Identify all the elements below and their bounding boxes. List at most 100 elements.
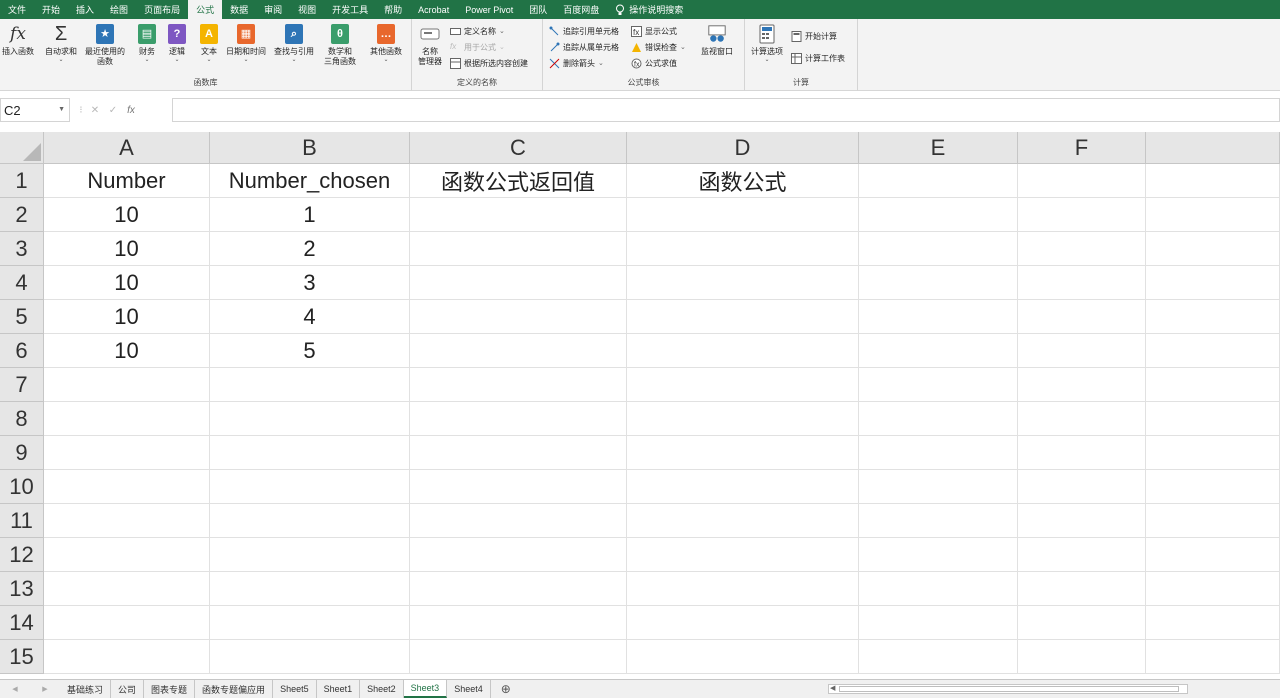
row-header[interactable]: 14 xyxy=(0,606,44,640)
row-header[interactable]: 7 xyxy=(0,368,44,402)
cancel-icon[interactable]: ✕ xyxy=(86,105,104,116)
cell-A5[interactable]: 10 xyxy=(44,300,210,334)
cell-B10[interactable] xyxy=(210,470,410,504)
cell-A1[interactable]: Number xyxy=(44,164,210,198)
sheet-tab-6[interactable]: Sheet2 xyxy=(360,680,404,698)
cell-A8[interactable] xyxy=(44,402,210,436)
cell-D12[interactable] xyxy=(627,538,859,572)
cell-C11[interactable] xyxy=(410,504,627,538)
cell-C1[interactable]: 函数公式返回值 xyxy=(410,164,627,198)
cell-F6[interactable] xyxy=(1018,334,1146,368)
cell-E12[interactable] xyxy=(859,538,1018,572)
row-header[interactable]: 5 xyxy=(0,300,44,334)
cell-D10[interactable] xyxy=(627,470,859,504)
cell-C4[interactable] xyxy=(410,266,627,300)
sheet-tab-4[interactable]: Sheet5 xyxy=(273,680,317,698)
trace-precedents-button[interactable]: 追踪引用单元格 xyxy=(549,24,619,38)
cell-D8[interactable] xyxy=(627,402,859,436)
sheet-tab-2[interactable]: 图表专题 xyxy=(144,680,196,698)
cell-E3[interactable] xyxy=(859,232,1018,266)
row-header[interactable]: 8 xyxy=(0,402,44,436)
cell-B2[interactable]: 1 xyxy=(210,198,410,232)
menu-tab-13[interactable]: 团队 xyxy=(521,0,555,19)
cell-F7[interactable] xyxy=(1018,368,1146,402)
cell-B4[interactable]: 3 xyxy=(210,266,410,300)
cell-overflow[interactable] xyxy=(1146,368,1280,402)
cell-D2[interactable] xyxy=(627,198,859,232)
cell-E14[interactable] xyxy=(859,606,1018,640)
define-name-button[interactable]: 定义名称 ⌄ xyxy=(450,24,505,38)
cell-D15[interactable] xyxy=(627,640,859,674)
row-header[interactable]: 11 xyxy=(0,504,44,538)
remove-arrows-button[interactable]: 删除箭头 ⌄ xyxy=(549,56,604,70)
cell-A15[interactable] xyxy=(44,640,210,674)
insert-function-button[interactable]: fx 插入函数 xyxy=(2,23,34,57)
cell-A6[interactable]: 10 xyxy=(44,334,210,368)
cell-C8[interactable] xyxy=(410,402,627,436)
cell-overflow[interactable] xyxy=(1146,470,1280,504)
cell-F10[interactable] xyxy=(1018,470,1146,504)
calc-options-button[interactable]: 计算选项 ⌄ xyxy=(751,23,783,63)
cell-C12[interactable] xyxy=(410,538,627,572)
sheet-tab-0[interactable]: 基础练习 xyxy=(60,680,112,698)
cell-A3[interactable]: 10 xyxy=(44,232,210,266)
row-header[interactable]: 9 xyxy=(0,436,44,470)
cell-A2[interactable]: 10 xyxy=(44,198,210,232)
row-header[interactable]: 4 xyxy=(0,266,44,300)
calc-now-button[interactable]: 开始计算 xyxy=(791,29,837,43)
cell-E13[interactable] xyxy=(859,572,1018,606)
add-sheet-icon[interactable]: ⊕ xyxy=(491,680,521,698)
row-header[interactable]: 15 xyxy=(0,640,44,674)
cell-A13[interactable] xyxy=(44,572,210,606)
cell-C6[interactable] xyxy=(410,334,627,368)
name-box[interactable]: C2 ▼ xyxy=(0,98,70,122)
cell-overflow[interactable] xyxy=(1146,334,1280,368)
cell-B1[interactable]: Number_chosen xyxy=(210,164,410,198)
name-manager-button[interactable]: 名称 管理器 xyxy=(418,23,442,67)
cell-C7[interactable] xyxy=(410,368,627,402)
horizontal-scrollbar[interactable]: ◀ xyxy=(828,684,1188,694)
cell-F15[interactable] xyxy=(1018,640,1146,674)
row-header[interactable]: 6 xyxy=(0,334,44,368)
cell-B11[interactable] xyxy=(210,504,410,538)
datetime-button[interactable]: ▦ 日期和时间 ⌄ xyxy=(226,23,266,63)
menu-tab-1[interactable]: 开始 xyxy=(34,0,68,19)
create-from-selection-button[interactable]: 根据所选内容创建 xyxy=(450,56,528,70)
text-button[interactable]: A 文本 ⌄ xyxy=(199,23,219,63)
cell-E15[interactable] xyxy=(859,640,1018,674)
cell-F12[interactable] xyxy=(1018,538,1146,572)
cell-C9[interactable] xyxy=(410,436,627,470)
cell-D6[interactable] xyxy=(627,334,859,368)
column-header[interactable]: B xyxy=(210,132,410,164)
row-header[interactable]: 1 xyxy=(0,164,44,198)
more-functions-button[interactable]: … 其他函数 ⌄ xyxy=(370,23,402,63)
menu-tab-7[interactable]: 审阅 xyxy=(256,0,290,19)
cell-E8[interactable] xyxy=(859,402,1018,436)
menu-tab-8[interactable]: 视图 xyxy=(290,0,324,19)
menu-tab-5[interactable]: 公式 xyxy=(188,0,223,19)
cell-F14[interactable] xyxy=(1018,606,1146,640)
cell-B3[interactable]: 2 xyxy=(210,232,410,266)
cell-E6[interactable] xyxy=(859,334,1018,368)
cell-overflow[interactable] xyxy=(1146,232,1280,266)
cell-C14[interactable] xyxy=(410,606,627,640)
cell-A7[interactable] xyxy=(44,368,210,402)
tell-me-search[interactable]: 操作说明搜索 xyxy=(607,0,691,19)
row-header[interactable]: 10 xyxy=(0,470,44,504)
cell-E11[interactable] xyxy=(859,504,1018,538)
error-checking-button[interactable]: 错误检查 ⌄ xyxy=(631,40,686,54)
row-header[interactable]: 3 xyxy=(0,232,44,266)
calc-sheet-button[interactable]: 计算工作表 xyxy=(791,51,845,65)
cell-overflow[interactable] xyxy=(1146,402,1280,436)
cell-F1[interactable] xyxy=(1018,164,1146,198)
cell-C5[interactable] xyxy=(410,300,627,334)
cell-D14[interactable] xyxy=(627,606,859,640)
chevron-down-icon[interactable]: ▼ xyxy=(58,106,65,113)
cell-C15[interactable] xyxy=(410,640,627,674)
cell-E7[interactable] xyxy=(859,368,1018,402)
cell-overflow[interactable] xyxy=(1146,198,1280,232)
cell-D3[interactable] xyxy=(627,232,859,266)
column-header[interactable]: C xyxy=(410,132,627,164)
cell-C10[interactable] xyxy=(410,470,627,504)
sheet-tab-8[interactable]: Sheet4 xyxy=(447,680,491,698)
